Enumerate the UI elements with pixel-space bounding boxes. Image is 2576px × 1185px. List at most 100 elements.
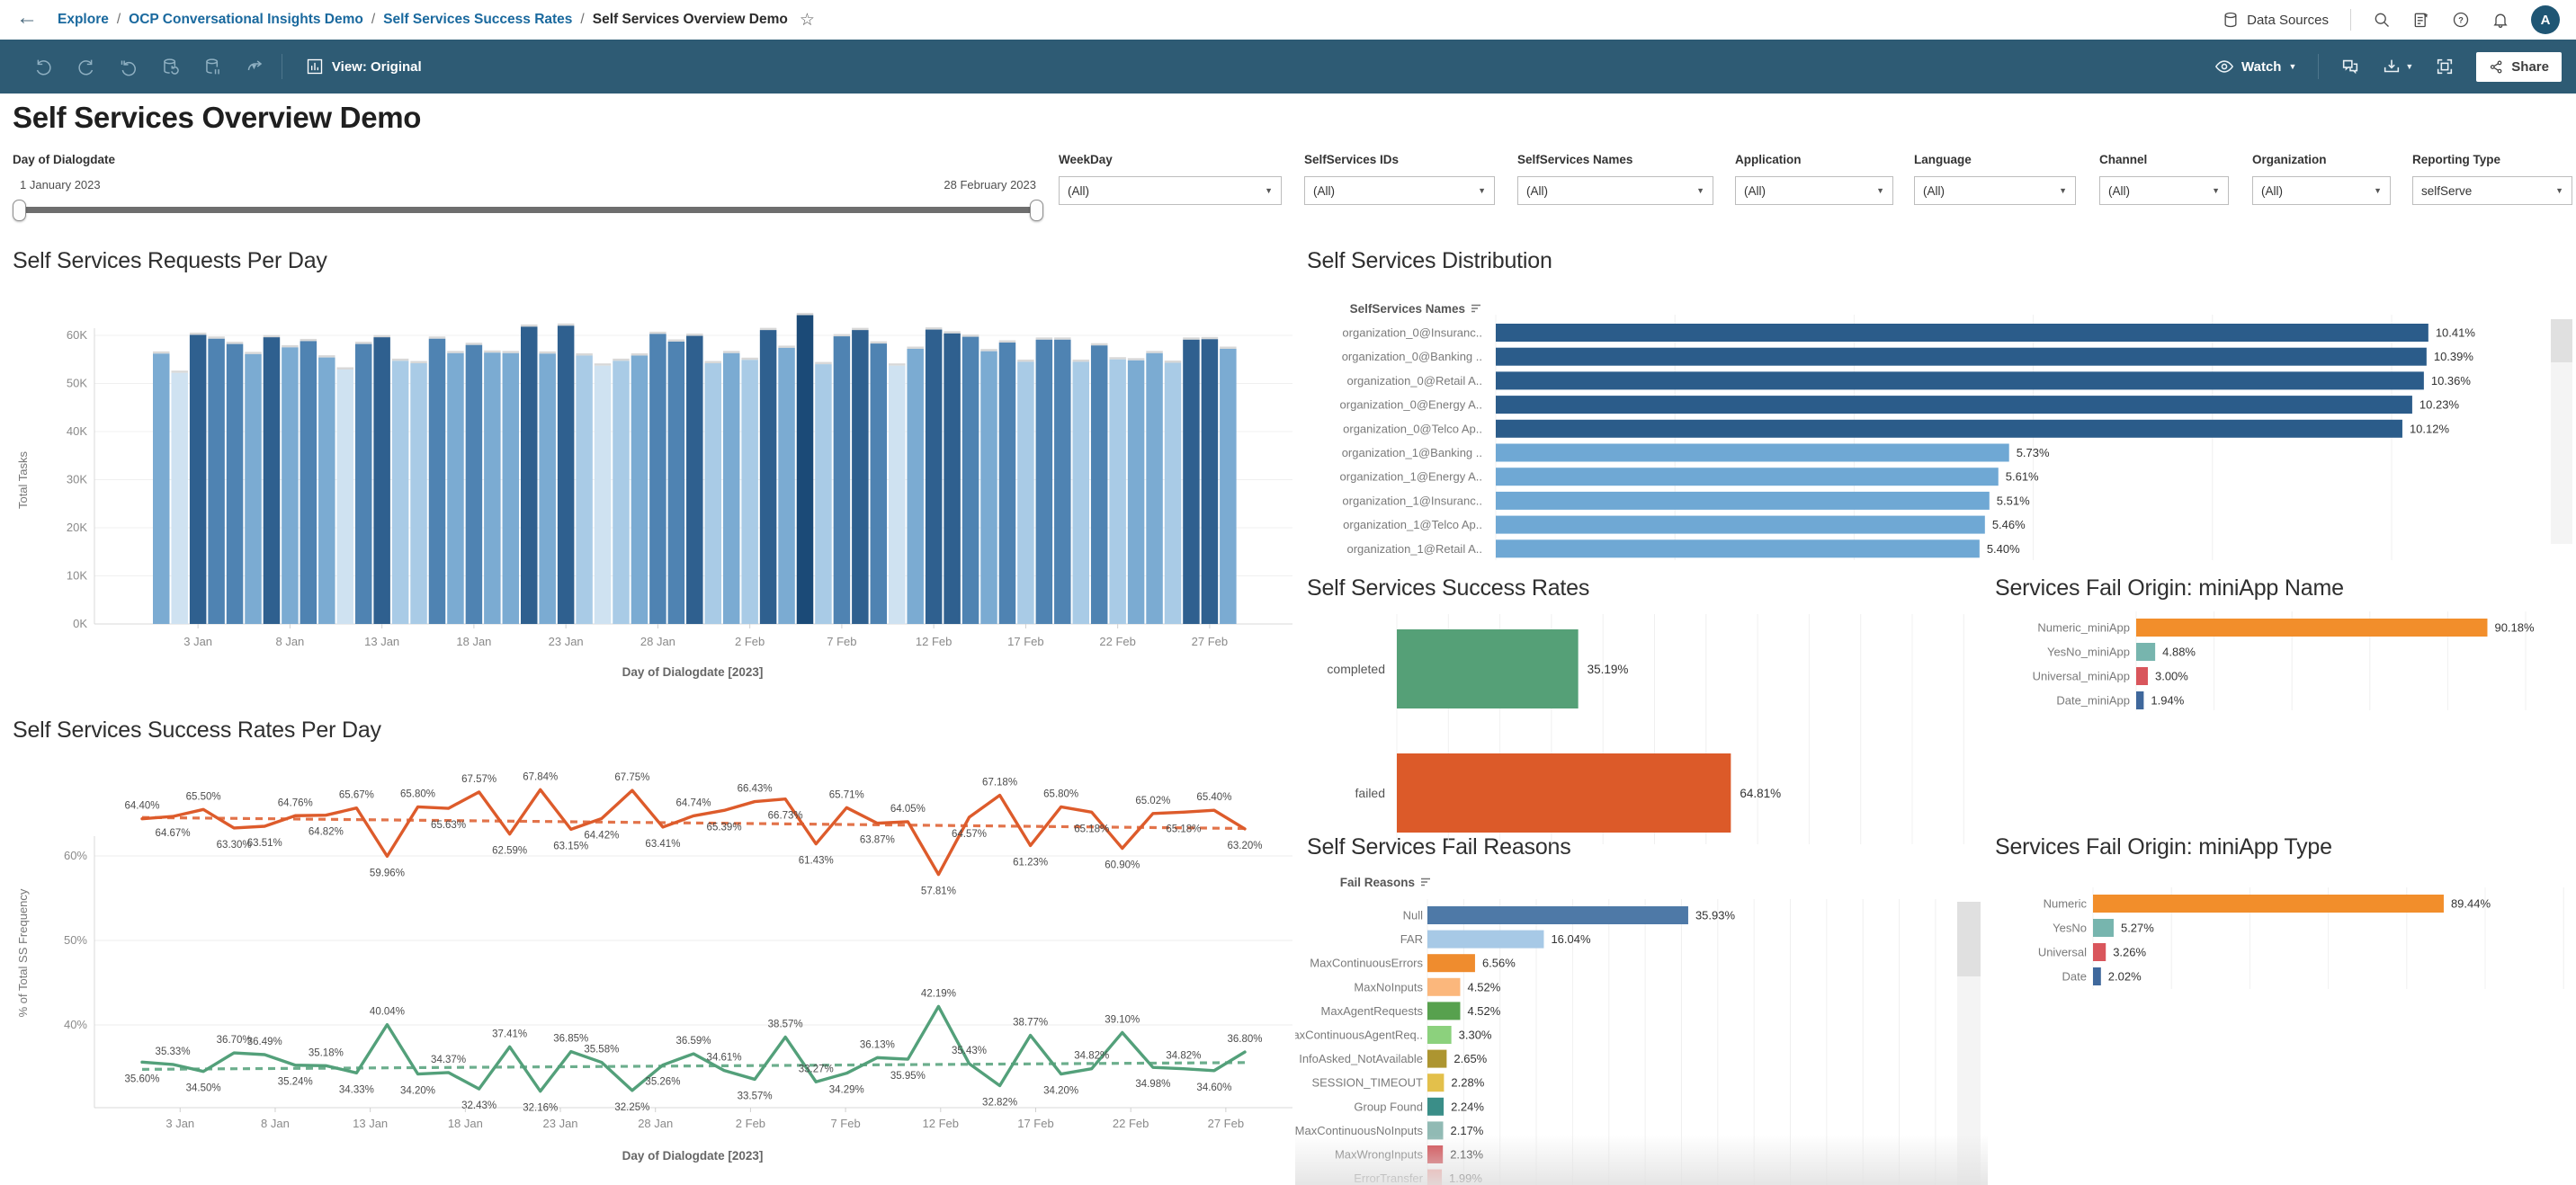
bar[interactable] xyxy=(980,352,997,624)
fail-reasons-chart[interactable]: Null35.93%FAR16.04%MaxContinuousErrors6.… xyxy=(1295,859,1957,1185)
filter-dropdown-language[interactable]: (All)▼ xyxy=(1914,176,2076,205)
bar[interactable] xyxy=(1427,978,1460,996)
date-slider-handle-left[interactable] xyxy=(13,200,26,221)
bar[interactable] xyxy=(1427,1145,1443,1163)
bar[interactable] xyxy=(1220,349,1237,624)
undo-icon[interactable] xyxy=(34,58,53,76)
bar[interactable] xyxy=(668,342,685,624)
bar[interactable] xyxy=(484,352,501,624)
filter-dropdown-selfservices-ids[interactable]: (All)▼ xyxy=(1304,176,1495,205)
back-icon[interactable]: ← xyxy=(16,5,38,31)
bar[interactable] xyxy=(318,358,335,624)
success-rates-per-day-chart[interactable]: 40%50%60%% of Total SS Frequency64.40%64… xyxy=(0,746,1295,1185)
bar[interactable] xyxy=(1496,468,1999,486)
bar[interactable] xyxy=(649,334,666,624)
fullscreen-icon[interactable] xyxy=(2435,57,2455,76)
notifications-bell-icon[interactable] xyxy=(2491,11,2509,29)
bar[interactable] xyxy=(282,347,299,624)
bar[interactable] xyxy=(466,345,483,624)
bar[interactable] xyxy=(999,343,1016,624)
bar[interactable] xyxy=(1496,539,1980,557)
bar[interactable] xyxy=(1054,340,1071,624)
watch-button[interactable]: Watch ▼ xyxy=(2214,57,2296,76)
bar[interactable] xyxy=(1496,348,2427,366)
bar[interactable] xyxy=(705,363,722,624)
breadcrumb-item[interactable]: Self Services Success Rates xyxy=(383,12,572,28)
requests-per-day-chart[interactable]: 0K10K20K30K40K50K60KTotal Tasks3 Jan8 Ja… xyxy=(0,243,1295,689)
bar[interactable] xyxy=(2136,691,2143,709)
comments-icon[interactable] xyxy=(2340,57,2360,76)
bar[interactable] xyxy=(410,363,427,624)
bar[interactable] xyxy=(1427,1026,1452,1044)
bar[interactable] xyxy=(686,336,703,624)
bar[interactable] xyxy=(944,334,961,624)
bar[interactable] xyxy=(1427,1170,1442,1185)
filter-dropdown-selfservices-names[interactable]: (All)▼ xyxy=(1517,176,1713,205)
bar[interactable] xyxy=(1427,1002,1460,1020)
bar[interactable] xyxy=(2093,967,2101,985)
bar[interactable] xyxy=(1427,954,1475,972)
avatar[interactable]: A xyxy=(2531,5,2560,34)
redo-icon[interactable] xyxy=(76,58,95,76)
bar[interactable] xyxy=(926,330,943,624)
fail-reasons-scrollbar-thumb[interactable] xyxy=(1957,902,1981,976)
share-button[interactable]: Share xyxy=(2476,52,2562,82)
download-icon[interactable] xyxy=(2382,57,2402,76)
bar[interactable] xyxy=(1427,1121,1444,1139)
bar[interactable] xyxy=(595,366,612,624)
bar[interactable] xyxy=(227,344,243,624)
download-caret-icon[interactable]: ▼ xyxy=(2405,62,2413,71)
bar[interactable] xyxy=(558,325,575,624)
bar[interactable] xyxy=(631,355,648,624)
bar[interactable] xyxy=(2093,943,2106,961)
filter-dropdown-channel[interactable]: (All)▼ xyxy=(2099,176,2229,205)
bar[interactable] xyxy=(1073,361,1090,624)
bar[interactable] xyxy=(1427,931,1543,949)
bar[interactable] xyxy=(1496,492,1990,510)
bar[interactable] xyxy=(1427,1098,1444,1116)
favorite-star-icon[interactable]: ☆ xyxy=(800,10,815,31)
view-original-button[interactable]: View: Original xyxy=(306,58,422,76)
filter-dropdown-reporting-type[interactable]: selfServe▼ xyxy=(2412,176,2572,205)
bar[interactable] xyxy=(2136,643,2155,661)
breadcrumb-item[interactable]: Explore xyxy=(58,12,109,28)
fail-origin-miniapp-type-chart[interactable]: Numeric89.44%YesNo5.27%Universal3.26%Dat… xyxy=(1988,859,2576,1038)
help-icon[interactable]: ? xyxy=(2452,11,2470,29)
success-rates-chart[interactable]: completed35.19%failed64.81% xyxy=(1295,589,1979,859)
bar[interactable] xyxy=(245,354,262,624)
bar[interactable] xyxy=(429,339,446,624)
bar[interactable] xyxy=(1109,360,1126,624)
bar[interactable] xyxy=(208,339,225,624)
bar[interactable] xyxy=(1496,371,2424,389)
bar[interactable] xyxy=(1496,420,2402,438)
bar[interactable] xyxy=(907,349,923,624)
bar[interactable] xyxy=(355,344,372,624)
bar[interactable] xyxy=(153,353,170,624)
bar[interactable] xyxy=(373,337,390,624)
date-slider-track[interactable] xyxy=(18,207,1036,213)
bar[interactable] xyxy=(300,341,318,624)
filter-dropdown-application[interactable]: (All)▼ xyxy=(1735,176,1893,205)
bar[interactable] xyxy=(1183,340,1200,624)
bar[interactable] xyxy=(392,361,409,624)
bar[interactable] xyxy=(1496,324,2428,342)
notes-star-icon[interactable] xyxy=(2412,11,2430,29)
fail-origin-miniapp-name-chart[interactable]: Numeric_miniApp90.18%YesNo_miniApp4.88%U… xyxy=(1988,589,2576,742)
bar[interactable] xyxy=(1397,753,1731,833)
data-sources-button[interactable]: Data Sources xyxy=(2222,11,2329,29)
bar[interactable] xyxy=(521,326,538,624)
distribution-chart[interactable]: organization_0@Insuranc..10.41%organizat… xyxy=(1295,292,2554,562)
bar[interactable] xyxy=(1146,353,1163,624)
bar[interactable] xyxy=(1496,516,1985,534)
filter-dropdown-weekday[interactable]: (All)▼ xyxy=(1059,176,1282,205)
bar[interactable] xyxy=(2093,895,2444,913)
bar[interactable] xyxy=(171,373,188,624)
bar[interactable] xyxy=(576,355,593,624)
revert-icon[interactable] xyxy=(119,58,138,76)
bar[interactable] xyxy=(264,337,281,624)
breadcrumb-item[interactable]: OCP Conversational Insights Demo xyxy=(129,12,363,28)
bar[interactable] xyxy=(852,330,869,624)
bar[interactable] xyxy=(778,348,795,624)
bar[interactable] xyxy=(1036,340,1053,624)
bar[interactable] xyxy=(503,353,520,624)
